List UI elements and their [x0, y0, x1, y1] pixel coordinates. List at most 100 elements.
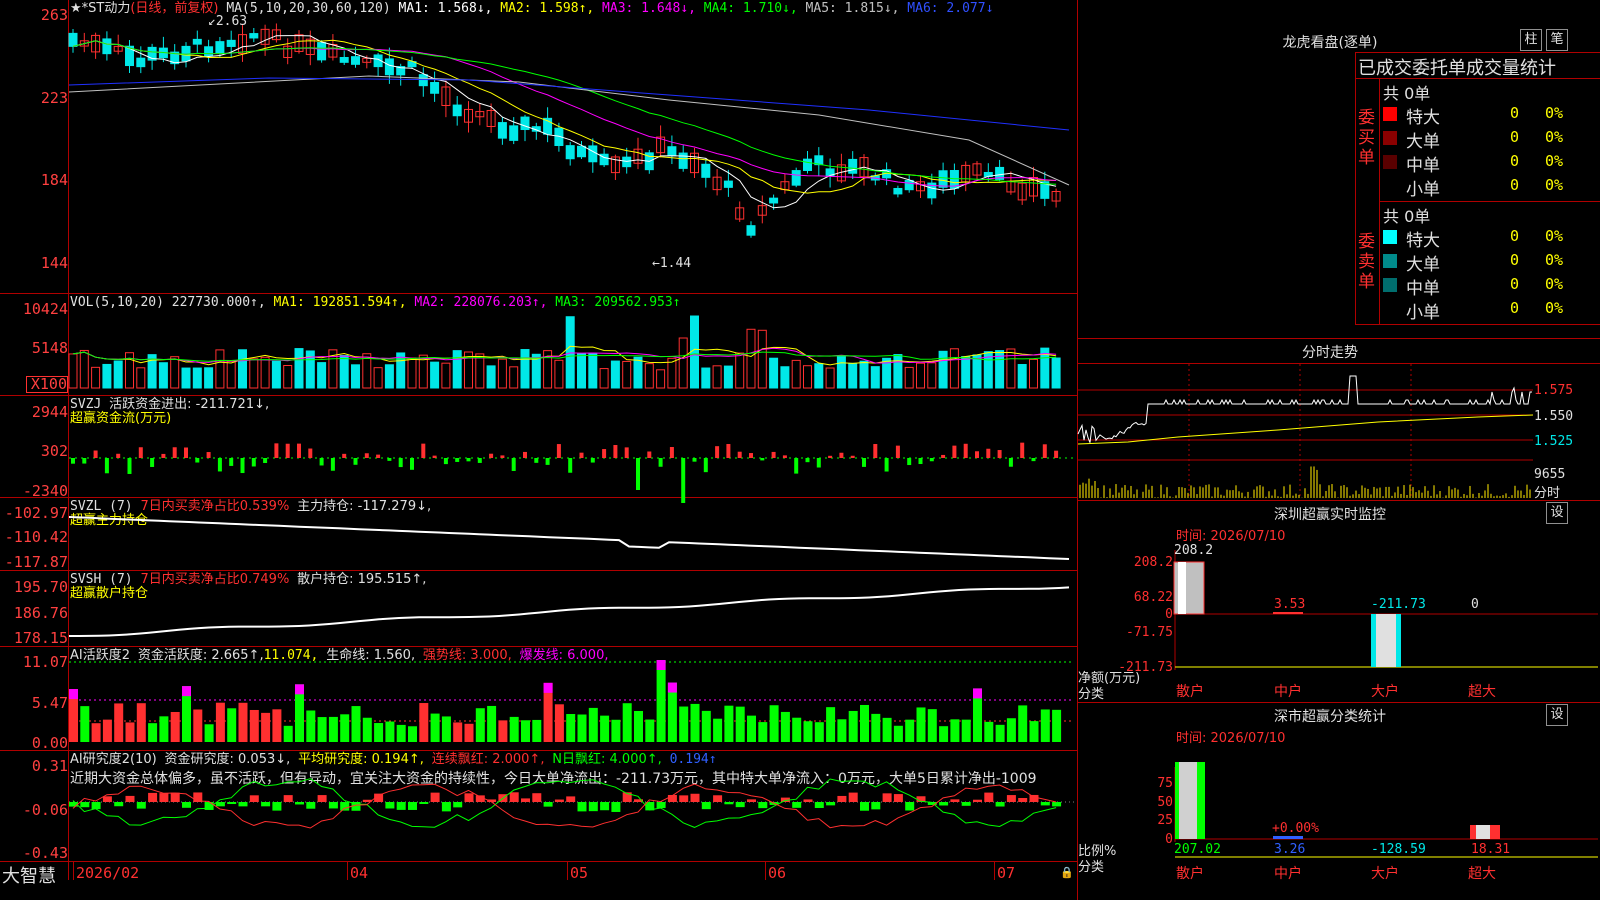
monitor-category: 散户 [1176, 683, 1204, 700]
volume-bar [317, 362, 327, 389]
activity-bar [306, 710, 316, 742]
flow-bar [127, 458, 132, 474]
flow-bar [285, 443, 290, 458]
activity-bar [554, 704, 564, 742]
activity-bar [340, 714, 350, 742]
volume-bar [814, 363, 824, 389]
candle [204, 46, 214, 57]
row-pct: 0% [1545, 251, 1564, 269]
classify-category: 超大 [1468, 866, 1496, 882]
activity-bar [780, 711, 790, 742]
research-bar [80, 802, 90, 808]
flow-bar [986, 448, 991, 458]
dragon-tabs[interactable]: 已成交委托单成交量统计 [1358, 54, 1598, 80]
candle [452, 104, 462, 117]
activity-bar [747, 715, 756, 742]
candlestick-chart[interactable] [68, 0, 1076, 292]
monitor-value: 208.2 [1174, 543, 1213, 558]
ma3-line [72, 40, 1057, 187]
pane-divider-3 [0, 497, 1077, 498]
ai-activity-chart[interactable] [69, 648, 1076, 749]
candle [509, 125, 519, 141]
monitor-chart[interactable]: 208.268.220-71.75-211.73208.23.53 -211.73… [1078, 540, 1598, 700]
monitor-title: 深圳超赢实时监控 [1274, 507, 1386, 523]
volume-chart[interactable] [68, 296, 1076, 394]
classify-settings-button[interactable]: 设 [1546, 704, 1568, 726]
candle [904, 179, 914, 191]
main-holding-chart[interactable] [68, 499, 1076, 569]
lock-icon[interactable]: 🔒 [1060, 866, 1074, 879]
volume-bar [351, 364, 360, 389]
activity-bar [995, 724, 1005, 742]
retail-holding-chart[interactable] [69, 572, 1076, 645]
volume-bar [780, 366, 790, 389]
activity-bar [80, 706, 90, 742]
volume-bar [1006, 348, 1016, 389]
flow-bar [952, 445, 957, 458]
activity-bar [871, 713, 881, 742]
monitor-settings-button[interactable]: 设 [1546, 502, 1568, 524]
classify-tick: 0 [1165, 832, 1173, 847]
activity-bar [396, 724, 406, 742]
volume-bar [509, 366, 519, 389]
activity-bar [114, 703, 124, 742]
classify-chart[interactable]: 75 50 25 0 +0.00% 207.02 3.26 -128.59 18.31 散户 中户 大… [1078, 742, 1598, 897]
volume-bar [102, 363, 112, 389]
candle [68, 32, 78, 47]
dragon-border [1380, 201, 1600, 202]
tick-mode-button[interactable]: 笔 [1546, 29, 1568, 51]
research-bar [950, 799, 960, 802]
flow-bar [805, 458, 810, 463]
volume-bar [667, 357, 677, 389]
volume-bar [769, 357, 779, 389]
row-pct: 0% [1545, 176, 1564, 194]
activity-bar [317, 717, 327, 742]
candle [339, 56, 349, 63]
activity-bar [577, 714, 587, 742]
flow-bar [172, 447, 177, 458]
volume-bar [1017, 364, 1027, 389]
research-bar [227, 802, 237, 805]
date-tick: 06 [768, 864, 787, 882]
candle [565, 145, 575, 160]
volume-bar [452, 350, 462, 389]
activity-bar [125, 722, 135, 742]
classify-category: 大户 [1371, 865, 1399, 882]
pane-divider-5 [0, 646, 1077, 647]
candle [520, 116, 530, 131]
research-bar [114, 802, 124, 807]
volume-bar [599, 368, 609, 389]
volume-bar [158, 362, 168, 389]
volume-bar [893, 354, 903, 389]
flow-bar [760, 458, 765, 461]
money-flow-chart[interactable] [69, 398, 1076, 503]
pane-divider-2 [0, 395, 1077, 396]
flow-bar [410, 458, 414, 470]
candle [351, 56, 360, 65]
price-tick: 144 [40, 254, 68, 272]
svzl-tick: -110.42 [4, 528, 68, 546]
ai-research-chart[interactable] [69, 752, 1076, 860]
monitor-tick: -71.75 [1126, 625, 1173, 640]
date-mark [347, 862, 348, 880]
monitor-value: -211.73 [1371, 597, 1426, 612]
candle [678, 152, 688, 169]
activity-bar [600, 715, 610, 742]
flow-bar [1042, 444, 1047, 458]
intraday-title: 分时走势 [1302, 345, 1358, 361]
pane-divider-6 [0, 750, 1077, 751]
flow-bar [477, 458, 482, 463]
bar-mode-button[interactable]: 柱 [1520, 29, 1542, 51]
flow-bar [251, 458, 256, 467]
brand-logo[interactable]: 大智慧 [2, 862, 56, 888]
flow-bar [884, 458, 889, 472]
intraday-chart[interactable] [1077, 364, 1534, 499]
volume-bar [588, 352, 598, 389]
vol-unit[interactable]: X100 [26, 376, 68, 393]
svzj-tick: 2944 [31, 403, 68, 421]
activity-bar [328, 716, 338, 742]
candle [418, 74, 428, 87]
activity-bar [690, 703, 700, 742]
activity-bar [464, 723, 474, 742]
flow-bar [850, 455, 855, 458]
